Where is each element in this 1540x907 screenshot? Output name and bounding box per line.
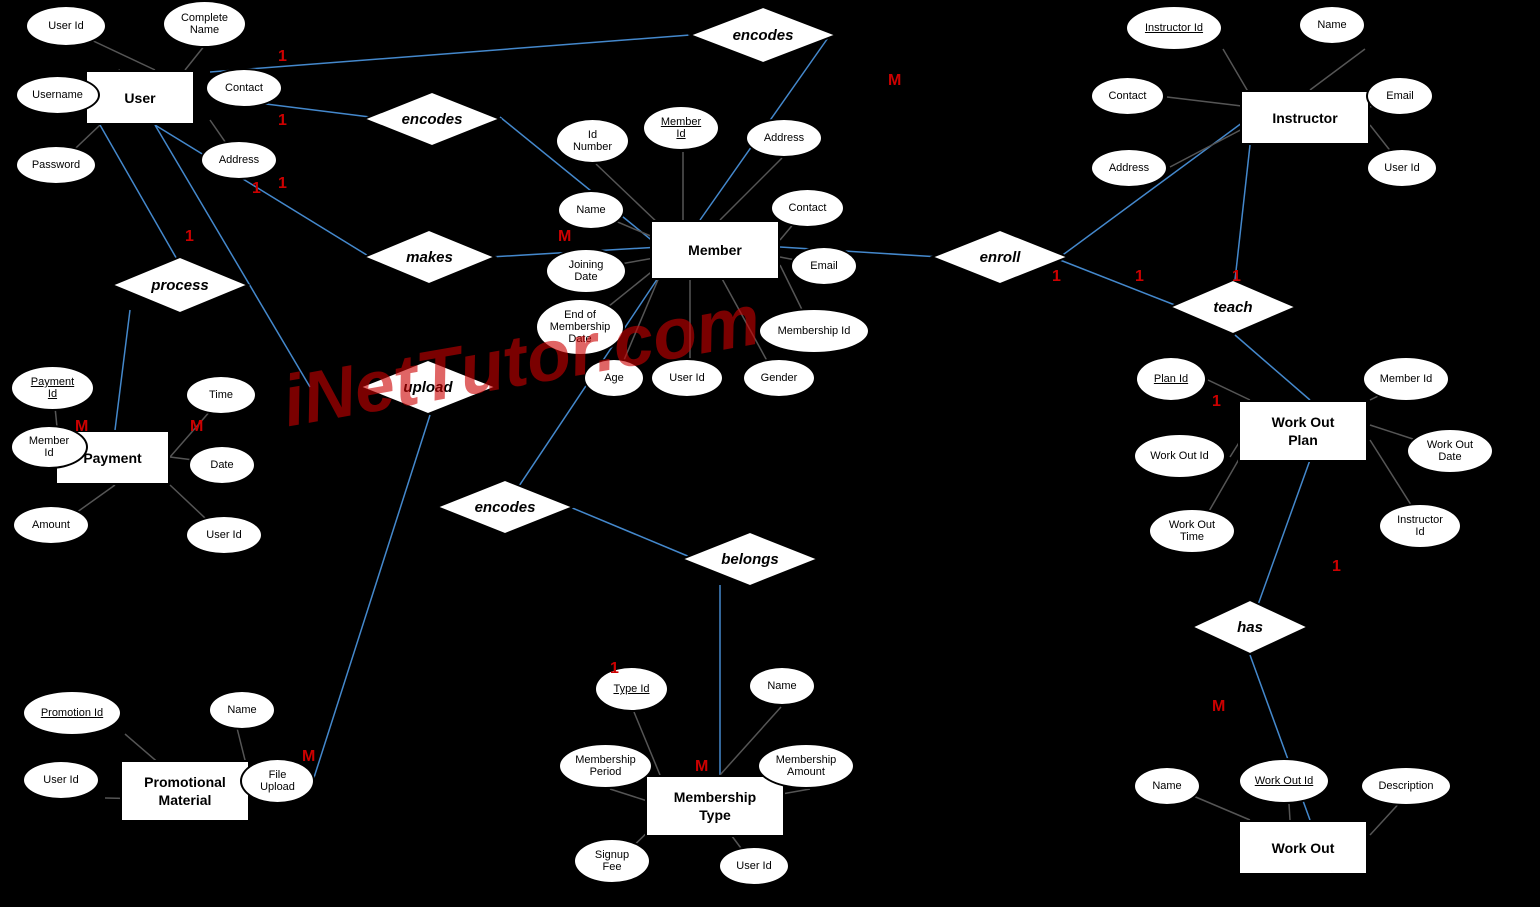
relationship-encodes-2: encodes [362, 90, 502, 148]
attr-membership-amount: MembershipAmount [757, 743, 855, 789]
attr-instructor-id: Instructor Id [1125, 5, 1223, 51]
relationship-makes: makes [362, 228, 497, 286]
cardinality-12: 1 [1135, 268, 1144, 286]
relationship-process: process [110, 255, 250, 315]
attr-userid-pay: User Id [185, 515, 263, 555]
attr-member-id-wp: Member Id [1362, 356, 1450, 402]
attr-workout-date: Work OutDate [1406, 428, 1494, 474]
attr-name-mt: Name [748, 666, 816, 706]
cardinality-5: 1 [185, 228, 194, 246]
attr-email-mem: Email [790, 246, 858, 286]
attr-email-inst: Email [1366, 76, 1434, 116]
relationship-enroll: enroll [930, 228, 1070, 286]
attr-name-inst: Name [1298, 5, 1366, 45]
attr-amount: Amount [12, 505, 90, 545]
entity-member: Member [650, 220, 780, 280]
attr-signup-fee: SignupFee [573, 838, 651, 884]
attr-workout-id-wp: Work Out Id [1133, 433, 1226, 479]
cardinality-7: M [75, 418, 88, 436]
attr-name-wo: Name [1133, 766, 1201, 806]
entity-instructor: Instructor [1240, 90, 1370, 145]
attr-workout-id-wo: Work Out Id [1238, 758, 1330, 804]
attr-time-pay: Time [185, 375, 257, 415]
cardinality-1: 1 [278, 48, 287, 66]
entity-promotional-material: PromotionalMaterial [120, 760, 250, 822]
attr-type-id: Type Id [594, 666, 669, 712]
attr-id-number: IdNumber [555, 118, 630, 164]
attr-promo-id: Promotion Id [22, 690, 122, 736]
attr-user-id: User Id [25, 5, 107, 47]
cardinality-4: 1 [252, 180, 261, 198]
er-diagram: User Payment Member PromotionalMaterial … [0, 0, 1540, 907]
attr-membership-period: MembershipPeriod [558, 743, 653, 789]
attr-userid-promo: User Id [22, 760, 100, 800]
attr-address-mem: Address [745, 118, 823, 158]
attr-password: Password [15, 145, 97, 185]
attr-username: Username [15, 75, 100, 115]
attr-member-id: MemberId [642, 105, 720, 151]
cardinality-9: M [302, 748, 315, 766]
attr-contact-user: Contact [205, 68, 283, 108]
entity-workout: Work Out [1238, 820, 1368, 875]
cardinality-15: M [695, 758, 708, 776]
attr-date-pay: Date [188, 445, 256, 485]
attr-plan-id: Plan Id [1135, 356, 1207, 402]
attr-contact-inst: Contact [1090, 76, 1165, 116]
attr-address-inst: Address [1090, 148, 1168, 188]
cardinality-13: 1 [1232, 268, 1241, 286]
cardinality-6: M [558, 228, 571, 246]
attr-payment-id: PaymentId [10, 365, 95, 411]
entity-membership-type: MembershipType [645, 775, 785, 837]
attr-name-mem: Name [557, 190, 625, 230]
cardinality-17: 1 [1332, 558, 1341, 576]
cardinality-18: M [1212, 698, 1225, 716]
attr-address-user: Address [200, 140, 278, 180]
cardinality-10: M [888, 72, 901, 90]
cardinality-8: M [190, 418, 203, 436]
relationship-encodes-3: encodes [435, 478, 575, 536]
entity-workout-plan: Work OutPlan [1238, 400, 1368, 462]
attr-name-promo: Name [208, 690, 276, 730]
relationship-has: has [1190, 598, 1310, 656]
attr-workout-time: Work OutTime [1148, 508, 1236, 554]
cardinality-14: 1 [610, 660, 619, 678]
attr-description-wo: Description [1360, 766, 1452, 806]
attr-userid-mem: User Id [650, 358, 724, 398]
attr-end-membership: End ofMembershipDate [535, 298, 625, 356]
attr-instructor-id-wp: InstructorId [1378, 503, 1462, 549]
attr-userid-mt: User Id [718, 846, 790, 886]
attr-contact-mem: Contact [770, 188, 845, 228]
relationship-teach: teach [1168, 278, 1298, 336]
attr-age-mem: Age [583, 358, 645, 398]
relationship-belongs: belongs [680, 530, 820, 588]
cardinality-2: 1 [278, 112, 287, 130]
attr-membership-id: Membership Id [758, 308, 870, 354]
cardinality-11: 1 [1052, 268, 1061, 286]
attr-userid-inst: User Id [1366, 148, 1438, 188]
attr-gender-mem: Gender [742, 358, 816, 398]
cardinality-3: 1 [278, 175, 287, 193]
cardinality-16: 1 [1212, 393, 1221, 411]
attr-joining-date: JoiningDate [545, 248, 627, 294]
attr-complete-name: CompleteName [162, 0, 247, 48]
relationship-upload: upload [358, 358, 498, 416]
relationship-encodes-top: encodes [688, 5, 838, 65]
entity-user: User [85, 70, 195, 125]
